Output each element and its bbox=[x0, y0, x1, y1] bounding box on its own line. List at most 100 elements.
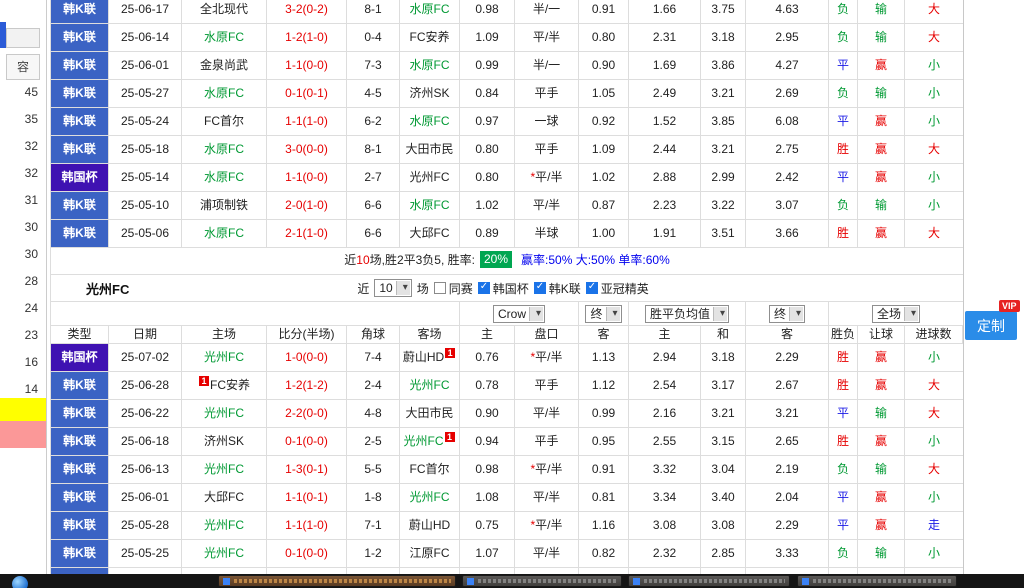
window-title-text bbox=[234, 579, 451, 583]
filter-checkbox-same-league[interactable]: 同赛 bbox=[434, 280, 473, 297]
asian-odds-away: 0.91 bbox=[579, 456, 629, 484]
euro-odds-draw: 3.21 bbox=[701, 80, 746, 108]
home-team-name: 水原FC bbox=[204, 226, 244, 240]
filter-checkbox-korea-cup[interactable]: 韩国杯 bbox=[478, 280, 529, 297]
window-icon bbox=[802, 578, 809, 585]
checkbox-box bbox=[478, 282, 490, 294]
handicap-line-cell: 平/半 bbox=[515, 24, 579, 52]
euro-odds-home: 2.23 bbox=[629, 192, 701, 220]
customize-button[interactable]: 定制 bbox=[965, 311, 1017, 340]
recent-count-select[interactable]: 10 bbox=[374, 279, 411, 297]
handicap-line: 半/一 bbox=[533, 2, 560, 16]
rank-number: 24 bbox=[25, 295, 38, 322]
match-row: 韩K联 25-05-28 光州FC 1-1(1-0) 7-1 蔚山HD 0.75… bbox=[51, 512, 963, 540]
score-cell: 2-1(1-0) bbox=[267, 220, 347, 248]
asian-odds-home: 0.76 bbox=[460, 344, 515, 372]
result-handicap: 赢 bbox=[858, 372, 905, 400]
rank-number: 32 bbox=[25, 160, 38, 187]
score-cell: 0-1(0-1) bbox=[267, 80, 347, 108]
home-team-name: FC安养 bbox=[210, 378, 250, 392]
result-handicap: 输 bbox=[858, 540, 905, 568]
col-header-date: 日期 bbox=[109, 326, 182, 344]
win-rate-badge: 20% bbox=[480, 251, 512, 268]
asian-odds-home: 1.08 bbox=[460, 484, 515, 512]
away-team-cell: 光州FC1 bbox=[400, 428, 460, 456]
date-cell: 25-06-17 bbox=[109, 0, 182, 24]
rank-number: 32 bbox=[25, 133, 38, 160]
home-team-name: 水原FC bbox=[204, 86, 244, 100]
summary-row: 近10场,胜2平3负5, 胜率:20%赢率:50% 大:50% 单率:60% bbox=[51, 248, 963, 275]
score-cell: 3-0(0-0) bbox=[267, 136, 347, 164]
euro-odds-away: 2.42 bbox=[746, 164, 829, 192]
taskbar-window-2[interactable] bbox=[462, 575, 622, 587]
away-team-cell: 光州FC bbox=[400, 372, 460, 400]
away-team-cell: 水原FC bbox=[400, 192, 460, 220]
date-cell: 25-05-25 bbox=[109, 540, 182, 568]
result-goals: 大 bbox=[905, 400, 963, 428]
away-team-cell: FC安养 bbox=[400, 24, 460, 52]
result-wdl: 胜 bbox=[829, 220, 858, 248]
date-cell: 25-06-18 bbox=[109, 428, 182, 456]
league-cell: 韩K联 bbox=[51, 512, 109, 540]
home-team-cell: 光州FC bbox=[182, 512, 267, 540]
home-team-cell: 光州FC bbox=[182, 540, 267, 568]
score-cell: 0-1(0-0) bbox=[267, 540, 347, 568]
date-cell: 25-06-28 bbox=[109, 372, 182, 400]
bookmaker-state-group: 终 bbox=[579, 302, 629, 326]
window-title-text bbox=[644, 579, 785, 583]
euro-odds-draw: 2.85 bbox=[701, 540, 746, 568]
filter-checkbox-k-league[interactable]: 韩K联 bbox=[534, 280, 581, 297]
away-team-name: FC安养 bbox=[410, 30, 450, 44]
match-row: 韩K联 25-05-27 水原FC 0-1(0-1) 4-5 济州SK 0.84… bbox=[51, 80, 963, 108]
euro-odds-away: 3.33 bbox=[746, 540, 829, 568]
league-cell: 韩K联 bbox=[51, 192, 109, 220]
result-goals: 小 bbox=[905, 192, 963, 220]
result-goals: 小 bbox=[905, 52, 963, 80]
league-cell: 韩国杯 bbox=[51, 164, 109, 192]
asian-odds-away: 0.99 bbox=[579, 400, 629, 428]
left-label-box[interactable]: 容 bbox=[6, 54, 40, 80]
browser-icon[interactable] bbox=[12, 576, 28, 588]
handicap-line-cell: *平/半 bbox=[515, 164, 579, 192]
home-team-name: FC首尔 bbox=[204, 114, 244, 128]
away-team-cell: 光州FC bbox=[400, 484, 460, 512]
corners-cell: 4-5 bbox=[347, 80, 400, 108]
result-wdl: 平 bbox=[829, 512, 858, 540]
near-unit-label: 场 bbox=[417, 280, 429, 297]
bookmaker-select[interactable]: Crow bbox=[493, 305, 545, 323]
left-box[interactable] bbox=[6, 28, 40, 48]
home-team-name: 济州SK bbox=[204, 434, 244, 448]
suwon-recent-table: 韩K联 25-06-17 全北现代 3-2(0-2) 8-1 水原FC 0.98… bbox=[51, 0, 963, 248]
rank-number: 28 bbox=[25, 268, 38, 295]
taskbar-window-1[interactable] bbox=[218, 575, 456, 587]
result-handicap: 赢 bbox=[858, 52, 905, 80]
taskbar-window-3[interactable] bbox=[628, 575, 790, 587]
handicap-line: 平手 bbox=[534, 86, 558, 100]
window-icon bbox=[223, 578, 230, 585]
result-handicap: 输 bbox=[858, 192, 905, 220]
euro-avg-select[interactable]: 胜平负均值 bbox=[645, 305, 729, 323]
odds-state-select[interactable]: 终 bbox=[585, 305, 621, 323]
match-row: 韩K联 25-06-14 水原FC 1-2(1-0) 0-4 FC安养 1.09… bbox=[51, 24, 963, 52]
taskbar-window-4[interactable] bbox=[797, 575, 957, 587]
euro-odds-home: 2.55 bbox=[629, 428, 701, 456]
home-team-cell: 全北现代 bbox=[182, 0, 267, 24]
asian-odds-away: 1.12 bbox=[579, 372, 629, 400]
col-header-ah-away: 客 bbox=[579, 326, 629, 344]
handicap-line: 平/半 bbox=[535, 350, 562, 364]
asian-odds-away: 0.91 bbox=[579, 0, 629, 24]
odds-select-row: Crow 终 胜平负均值 终 全场 bbox=[51, 302, 963, 326]
app-screen: 容 45 35 32 32 31 30 30 28 24 23 16 14 bbox=[0, 0, 1024, 588]
result-wdl: 平 bbox=[829, 52, 858, 80]
near-label: 近 bbox=[357, 280, 369, 297]
result-handicap: 输 bbox=[858, 0, 905, 24]
result-goals: 走 bbox=[905, 512, 963, 540]
bookmaker-select-value: Crow bbox=[498, 307, 526, 321]
filter-checkbox-acl-elite[interactable]: 亚冠精英 bbox=[586, 280, 649, 297]
euro-state-select[interactable]: 终 bbox=[769, 305, 805, 323]
asian-odds-home: 0.90 bbox=[460, 400, 515, 428]
euro-odds-home: 3.34 bbox=[629, 484, 701, 512]
scope-select[interactable]: 全场 bbox=[872, 305, 920, 323]
gwangju-recent-table: 韩国杯 25-07-02 光州FC 1-0(0-0) 7-4 蔚山HD1 0.7… bbox=[51, 344, 963, 588]
home-team-cell: 水原FC bbox=[182, 220, 267, 248]
